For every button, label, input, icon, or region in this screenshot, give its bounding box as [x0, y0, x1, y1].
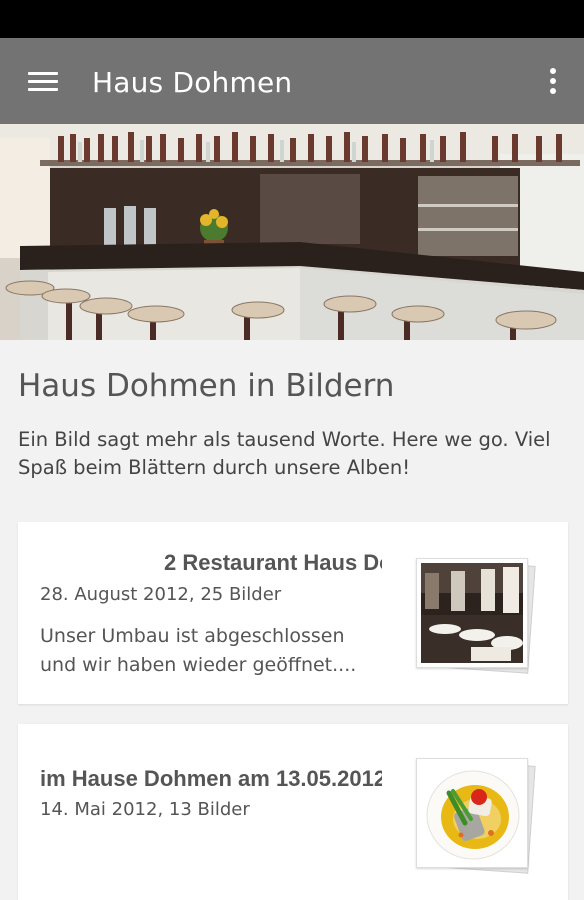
hero-image-bar [0, 124, 584, 340]
section-title: Haus Dohmen in Bildern [18, 368, 395, 404]
album-card[interactable]: 2 Restaurant Haus Dohmen 28. August 2012… [18, 522, 568, 704]
album-thumbnail [416, 558, 536, 674]
section-description: Ein Bild sagt mehr als tausend Worte. He… [18, 428, 551, 479]
app-bar: Haus Dohmen [0, 38, 584, 124]
app-title: Haus Dohmen [92, 66, 293, 99]
overflow-menu-icon[interactable] [546, 68, 560, 96]
album-title: 2 Restaurant Haus Dohmen [164, 550, 382, 575]
album-title: im Hause Dohmen am 13.05.2012 [40, 766, 382, 791]
album-meta: 28. August 2012, 25 Bilder [40, 584, 282, 605]
album-thumbnail [416, 758, 536, 874]
album-meta: 14. Mai 2012, 13 Bilder [40, 799, 250, 820]
hamburger-menu-icon[interactable] [28, 70, 58, 92]
album-description: Unser Umbau ist abgeschlossen und wir ha… [40, 625, 357, 676]
album-card[interactable]: im Hause Dohmen am 13.05.2012 14. Mai 20… [18, 724, 568, 900]
status-bar [0, 0, 584, 38]
